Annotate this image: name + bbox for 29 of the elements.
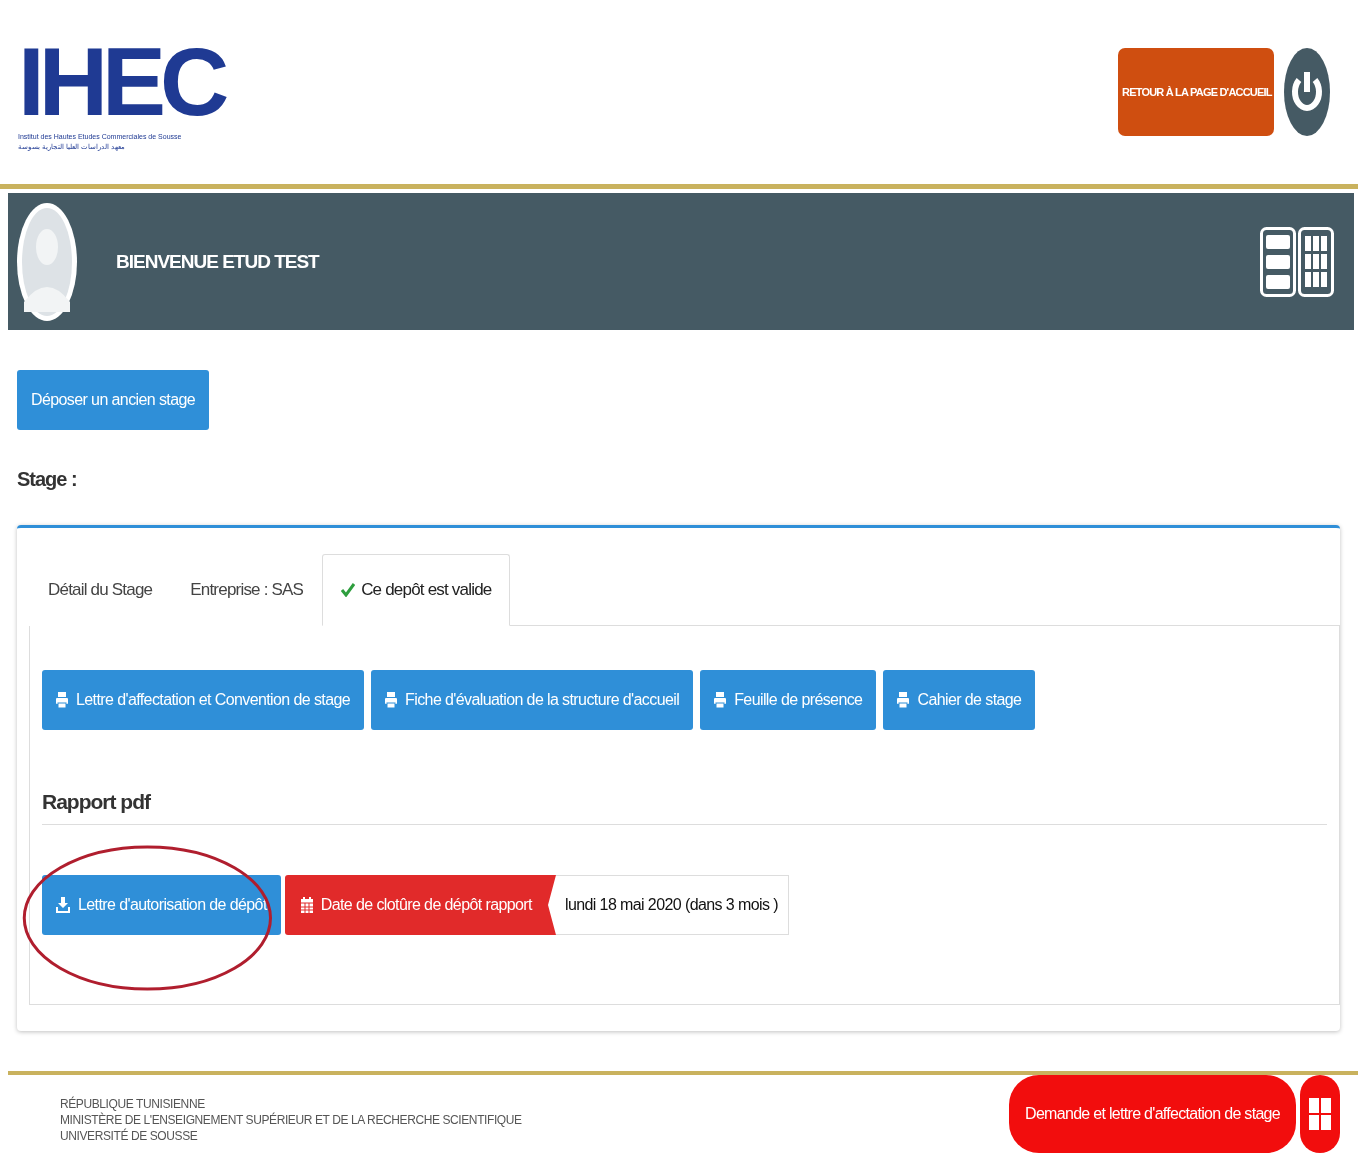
section-label: Stage :: [17, 468, 78, 491]
grid-icon: [1309, 1098, 1331, 1130]
list-view-icon[interactable]: [1260, 226, 1296, 297]
printer-icon: [385, 692, 398, 708]
print-button[interactable]: Cahier de stage: [883, 670, 1036, 730]
download-icon: [56, 897, 70, 913]
print-button[interactable]: Fiche d'évaluation de la structure d'accueil: [371, 670, 694, 730]
printer-icon: [897, 692, 910, 708]
welcome-text: BIENVENUE ETUD TEST: [116, 250, 321, 273]
print-button[interactable]: Feuille de présence: [700, 670, 877, 730]
footer-line: UNIVERSITÉ DE SOUSSE: [60, 1129, 199, 1143]
request-button[interactable]: Demande et lettre d'affectation de stage: [1009, 1075, 1296, 1153]
footer-line: MINISTÈRE DE L'ENSEIGNEMENT SUPÉRIEUR ET DE LA RECHERCHE SCIENTIFIQUE: [60, 1113, 522, 1127]
report-heading: Rapport pdf: [42, 790, 1327, 825]
printer-icon: [714, 692, 727, 708]
print-button[interactable]: Lettre d'affectation et Convention de stage: [42, 670, 365, 730]
check-icon: [341, 583, 356, 597]
logo-wordmark: IHEC: [18, 31, 225, 133]
deposit-button[interactable]: Déposer un ancien stage: [17, 370, 210, 430]
download-button[interactable]: Lettre d'autorisation de dépôt: [42, 875, 281, 935]
menu-toggle[interactable]: [1300, 1075, 1340, 1153]
calendar-icon: [300, 897, 313, 913]
deadline-label-text: Date de clotûre de dépôt rapport: [320, 896, 532, 914]
power-icon[interactable]: [1284, 46, 1330, 138]
home-button[interactable]: RETOUR À LA PAGE D'ACCUEIL: [1118, 48, 1274, 136]
printer-icon: [56, 692, 68, 708]
grid-view-icon[interactable]: [1298, 226, 1334, 297]
footer-line: RÉPUBLIQUE TUNISIENNE: [60, 1097, 206, 1111]
tab[interactable]: Ce depôt est valide: [322, 554, 511, 626]
